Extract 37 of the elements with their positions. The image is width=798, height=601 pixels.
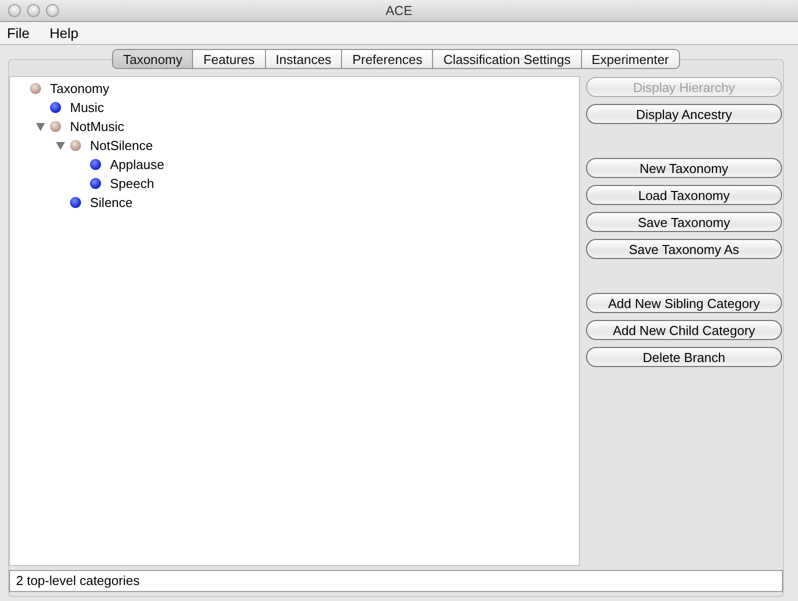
action-button[interactable]: Delete Branch <box>586 347 782 367</box>
folder-node-icon <box>70 140 81 151</box>
action-button[interactable]: Add New Child Category <box>586 320 782 340</box>
menu-item[interactable]: File <box>7 25 30 41</box>
tab[interactable]: Instances <box>266 49 342 69</box>
tab[interactable]: Features <box>193 49 266 69</box>
tree-item[interactable]: Applause <box>110 157 164 172</box>
close-icon[interactable] <box>8 4 21 17</box>
folder-node-icon <box>30 83 41 94</box>
leaf-node-icon <box>70 197 81 208</box>
action-button[interactable]: Display Ancestry <box>586 104 782 124</box>
folder-node-icon <box>50 121 61 132</box>
zoom-icon[interactable] <box>46 4 59 17</box>
action-button[interactable]: Add New Sibling Category <box>586 293 782 313</box>
action-button[interactable]: New Taxonomy <box>586 158 782 178</box>
minimize-icon[interactable] <box>27 4 40 17</box>
action-button[interactable]: Save Taxonomy As <box>586 239 782 259</box>
tab[interactable]: Preferences <box>342 49 434 69</box>
disclosure-triangle-icon[interactable] <box>36 122 44 130</box>
tree-item[interactable]: NotMusic <box>70 119 124 134</box>
tree-item[interactable]: Taxonomy <box>50 81 110 96</box>
tree-item[interactable]: Music <box>70 100 104 115</box>
tab[interactable]: Taxonomy <box>112 49 194 69</box>
tab[interactable]: Experimenter <box>582 49 680 69</box>
action-button[interactable]: Load Taxonomy <box>586 185 782 205</box>
tree-item[interactable]: NotSilence <box>90 138 153 153</box>
tab[interactable]: Classification Settings <box>433 49 582 69</box>
leaf-node-icon <box>90 159 101 170</box>
leaf-node-icon <box>50 102 61 113</box>
menu-item[interactable]: Help <box>50 25 78 41</box>
disclosure-triangle-icon[interactable] <box>56 142 64 150</box>
leaf-node-icon <box>90 178 101 189</box>
status-field: 2 top-level categories <box>9 570 783 592</box>
window-title: ACE <box>386 3 412 18</box>
tree-item[interactable]: Speech <box>110 176 154 191</box>
tree-item[interactable]: Silence <box>90 195 133 210</box>
action-button[interactable]: Save Taxonomy <box>586 212 782 232</box>
